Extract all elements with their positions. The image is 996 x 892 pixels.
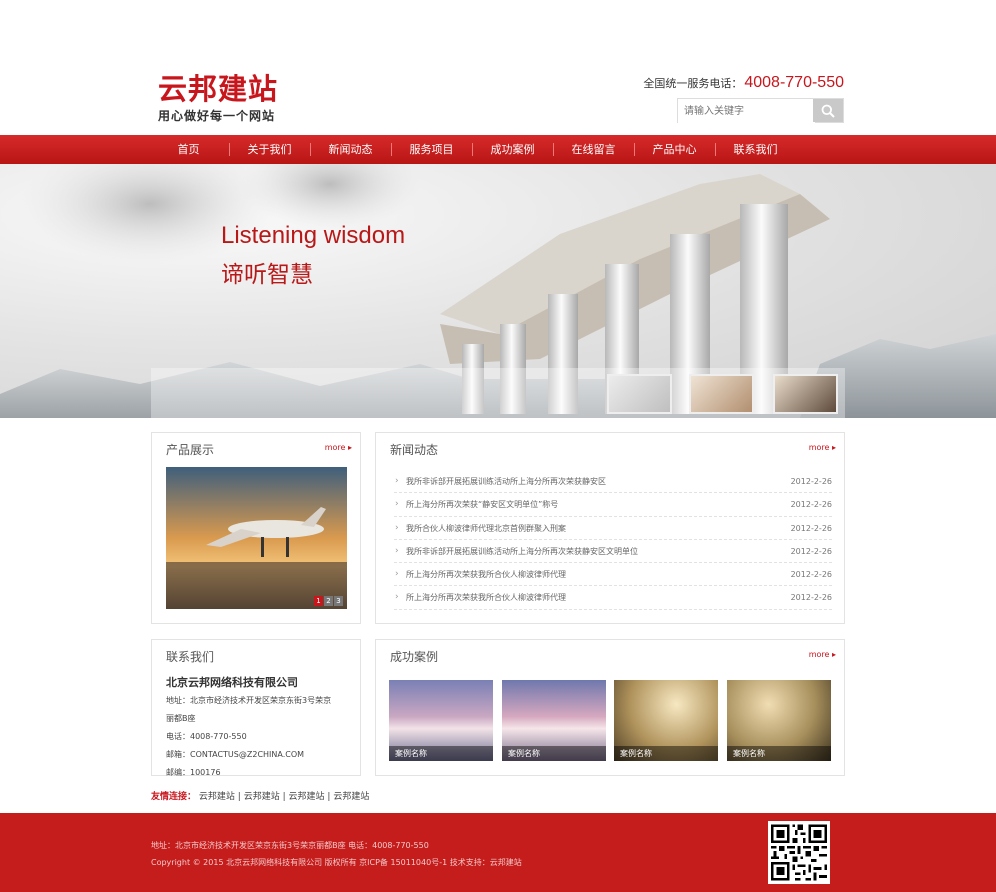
case-caption: 案例名称: [389, 746, 493, 761]
news-item-title: 我所非诉部开展拓展训练活动所上海分所再次荣获静安区文明单位: [406, 546, 638, 556]
company-name: 北京云邦网络科技有限公司: [166, 676, 298, 689]
nav-item-cases[interactable]: 成功案例: [472, 135, 553, 164]
footer-copyright: Copyright © 2015 北京云邦网络科技有限公司 版权所有 京ICP备…: [151, 858, 522, 867]
case-item[interactable]: 案例名称: [502, 680, 606, 761]
nav-item-news[interactable]: 新闻动态: [310, 135, 391, 164]
site-logo[interactable]: 云邦建站 用心做好每一个网站: [158, 73, 278, 124]
contact-address-cont: 丽都B座: [166, 714, 196, 723]
contact-address: 地址：北京市经济技术开发区荣京东街3号荣京: [166, 696, 332, 705]
nav-item-message[interactable]: 在线留言: [553, 135, 634, 164]
news-item-date: 2012-2-26: [790, 593, 832, 603]
friend-link[interactable]: 云邦建站: [333, 792, 369, 802]
pager-page-3[interactable]: 3: [334, 596, 343, 606]
news-item-title: 我所合伙人柳波律师代理北京首例群聚入刑案: [406, 523, 566, 533]
cases-panel: 成功案例 more ▸ 案例名称 案例名称 案例名称 案例名称: [375, 639, 845, 776]
friend-link[interactable]: 云邦建站: [289, 792, 325, 802]
pager-page-2[interactable]: 2: [324, 596, 333, 606]
news-item-date: 2012-2-26: [790, 570, 832, 580]
main-nav: 首页 关于我们 新闻动态 服务项目 成功案例 在线留言 产品中心 联系我们: [0, 135, 996, 164]
nav-item-contact[interactable]: 联系我们: [715, 135, 796, 164]
contact-title: 联系我们: [166, 650, 215, 664]
search-input[interactable]: [678, 100, 815, 123]
news-item[interactable]: 所上海分所再次荣获“静安区文明单位”称号 2012-2-26: [394, 493, 832, 517]
news-item-date: 2012-2-26: [790, 477, 832, 486]
banner-thumbnail[interactable]: [607, 374, 672, 414]
news-item-title: 所上海分所再次荣获我所合伙人柳波律师代理: [406, 570, 566, 580]
search-icon: [821, 104, 835, 118]
hotline-label: 全国统一服务电话：: [643, 77, 743, 90]
news-more-link[interactable]: more ▸: [809, 443, 836, 452]
qr-code-icon: [771, 824, 827, 881]
qr-code-image: [768, 821, 830, 884]
nav-item-services[interactable]: 服务项目: [391, 135, 472, 164]
products-more-link[interactable]: more ▸: [325, 443, 352, 452]
banner-title-en: Listening wisdom: [221, 222, 406, 249]
friend-link[interactable]: 云邦建站: [244, 792, 280, 802]
contact-panel: 联系我们 北京云邦网络科技有限公司 地址：北京市经济技术开发区荣京东街3号荣京 …: [151, 639, 361, 777]
friend-link-separator: |: [237, 792, 241, 802]
news-item-title: 所上海分所再次荣获“静安区文明单位”称号: [406, 500, 559, 510]
friend-link-separator: |: [327, 792, 331, 802]
more-label: more: [808, 650, 830, 659]
news-item-title: 所上海分所再次荣获我所合伙人柳波律师代理: [406, 593, 566, 603]
logo-title: 云邦建站: [158, 72, 279, 106]
case-caption: 案例名称: [614, 746, 718, 761]
friend-links: 友情连接： 云邦建站 | 云邦建站 | 云邦建站 | 云邦建站: [151, 789, 369, 802]
news-item-date: 2012-2-26: [790, 546, 832, 556]
news-item[interactable]: 所上海分所再次荣获我所合伙人柳波律师代理 2012-2-26: [394, 586, 832, 610]
news-item[interactable]: 我所非诉部开展拓展训练活动所上海分所再次荣获静安区文明单位 2012-2-26: [394, 540, 832, 564]
hero-banner: Listening wisdom 谛听智慧: [0, 164, 996, 418]
product-airplane-image: [166, 467, 347, 609]
contact-info: 北京云邦网络科技有限公司 地址：北京市经济技术开发区荣京东街3号荣京 丽都B座 …: [166, 674, 331, 782]
contact-phone: 电话：4008-770-550: [166, 732, 247, 741]
case-item[interactable]: 案例名称: [389, 680, 493, 761]
banner-thumbnail[interactable]: [689, 374, 754, 414]
case-item[interactable]: 案例名称: [727, 680, 831, 761]
contact-email: 邮箱：CONTACTUS@Z2CHINA.COM: [166, 750, 305, 759]
case-caption: 案例名称: [502, 746, 606, 761]
news-item[interactable]: 我所非诉部开展拓展训练活动所上海分所再次荣获静安区 2012-2-26: [394, 470, 832, 494]
more-label: more: [324, 443, 346, 452]
news-item[interactable]: 我所合伙人柳波律师代理北京首例群聚入刑案 2012-2-26: [394, 517, 832, 540]
footer-address: 地址：北京市经济技术开发区荣京东街3号荣京丽都B座 电话：4008-770-55…: [151, 841, 429, 850]
more-label: more: [808, 443, 830, 452]
slideshow-pager: 1 2 3: [314, 596, 343, 606]
news-list: 我所非诉部开展拓展训练活动所上海分所再次荣获静安区 2012-2-26 所上海分所…: [394, 470, 832, 610]
news-item-date: 2012-2-26: [790, 500, 832, 510]
contact-postcode: 邮编：100176: [166, 768, 221, 777]
product-slideshow[interactable]: 1 2 3: [166, 467, 347, 609]
pager-page-1[interactable]: 1: [314, 596, 323, 606]
friend-link[interactable]: 云邦建站: [199, 792, 235, 802]
case-caption: 案例名称: [727, 746, 831, 761]
nav-item-products[interactable]: 产品中心: [634, 135, 715, 164]
hotline-number: 4008-770-550: [744, 74, 844, 91]
banner-title-cn: 谛听智慧: [221, 262, 313, 288]
news-item[interactable]: 所上海分所再次荣获我所合伙人柳波律师代理 2012-2-26: [394, 563, 832, 587]
case-item[interactable]: 案例名称: [614, 680, 718, 761]
news-item-date: 2012-2-26: [790, 523, 832, 533]
logo-slogan: 用心做好每一个网站: [158, 109, 276, 123]
search-box: [677, 98, 844, 123]
nav-item-home[interactable]: 首页: [148, 135, 229, 164]
news-title: 新闻动态: [390, 443, 439, 457]
cases-title: 成功案例: [390, 650, 439, 664]
search-button[interactable]: [813, 99, 843, 122]
hotline: 全国统一服务电话： 4008-770-550: [643, 74, 844, 92]
page: 云邦建站 用心做好每一个网站 全国统一服务电话：4008-770-550 首页 …: [0, 0, 996, 892]
news-item-title: 我所非诉部开展拓展训练活动所上海分所再次荣获静安区: [406, 477, 606, 486]
products-title: 产品展示: [166, 443, 215, 457]
cases-more-link[interactable]: more ▸: [809, 650, 836, 659]
news-panel: 新闻动态 more ▸ 我所非诉部开展拓展训练活动所上海分所再次荣获静安区 201…: [375, 432, 845, 624]
products-panel: 产品展示 more ▸ 1 2 3: [151, 432, 361, 624]
site-footer: 地址：北京市经济技术开发区荣京东街3号荣京丽都B座 电话：4008-770-55…: [0, 813, 996, 892]
friend-links-label: 友情连接：: [151, 792, 197, 802]
banner-thumbnail[interactable]: [773, 374, 838, 414]
friend-link-separator: |: [282, 792, 286, 802]
nav-item-about[interactable]: 关于我们: [229, 135, 310, 164]
